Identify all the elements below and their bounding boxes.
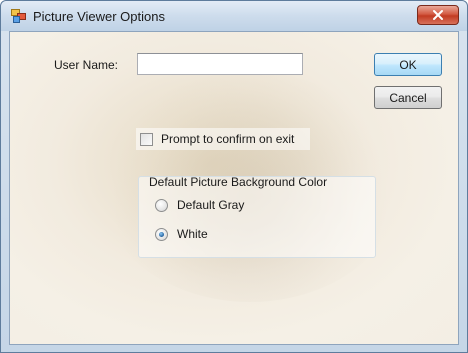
radio-default-gray-label: Default Gray bbox=[177, 198, 245, 212]
app-icon bbox=[11, 9, 26, 23]
window-title: Picture Viewer Options bbox=[33, 9, 165, 24]
title-bar[interactable]: Picture Viewer Options bbox=[1, 1, 467, 31]
close-button[interactable] bbox=[417, 5, 459, 25]
radio-default-gray[interactable] bbox=[155, 198, 168, 212]
background-color-group-title: Default Picture Background Color bbox=[149, 175, 328, 189]
ok-button[interactable]: OK bbox=[374, 53, 442, 76]
prompt-confirm-label: Prompt to confirm on exit bbox=[161, 132, 295, 146]
prompt-confirm-checkbox[interactable] bbox=[140, 132, 153, 146]
radio-white-label: White bbox=[177, 227, 208, 241]
cancel-button[interactable]: Cancel bbox=[374, 86, 442, 109]
radio-white-row[interactable]: White bbox=[155, 227, 208, 241]
prompt-confirm-checkbox-row[interactable]: Prompt to confirm on exit bbox=[136, 128, 310, 150]
radio-default-gray-row[interactable]: Default Gray bbox=[155, 198, 244, 212]
user-name-label: User Name: bbox=[54, 58, 119, 72]
radio-white[interactable] bbox=[155, 227, 168, 241]
user-name-input[interactable] bbox=[137, 53, 303, 75]
close-icon bbox=[433, 10, 443, 20]
